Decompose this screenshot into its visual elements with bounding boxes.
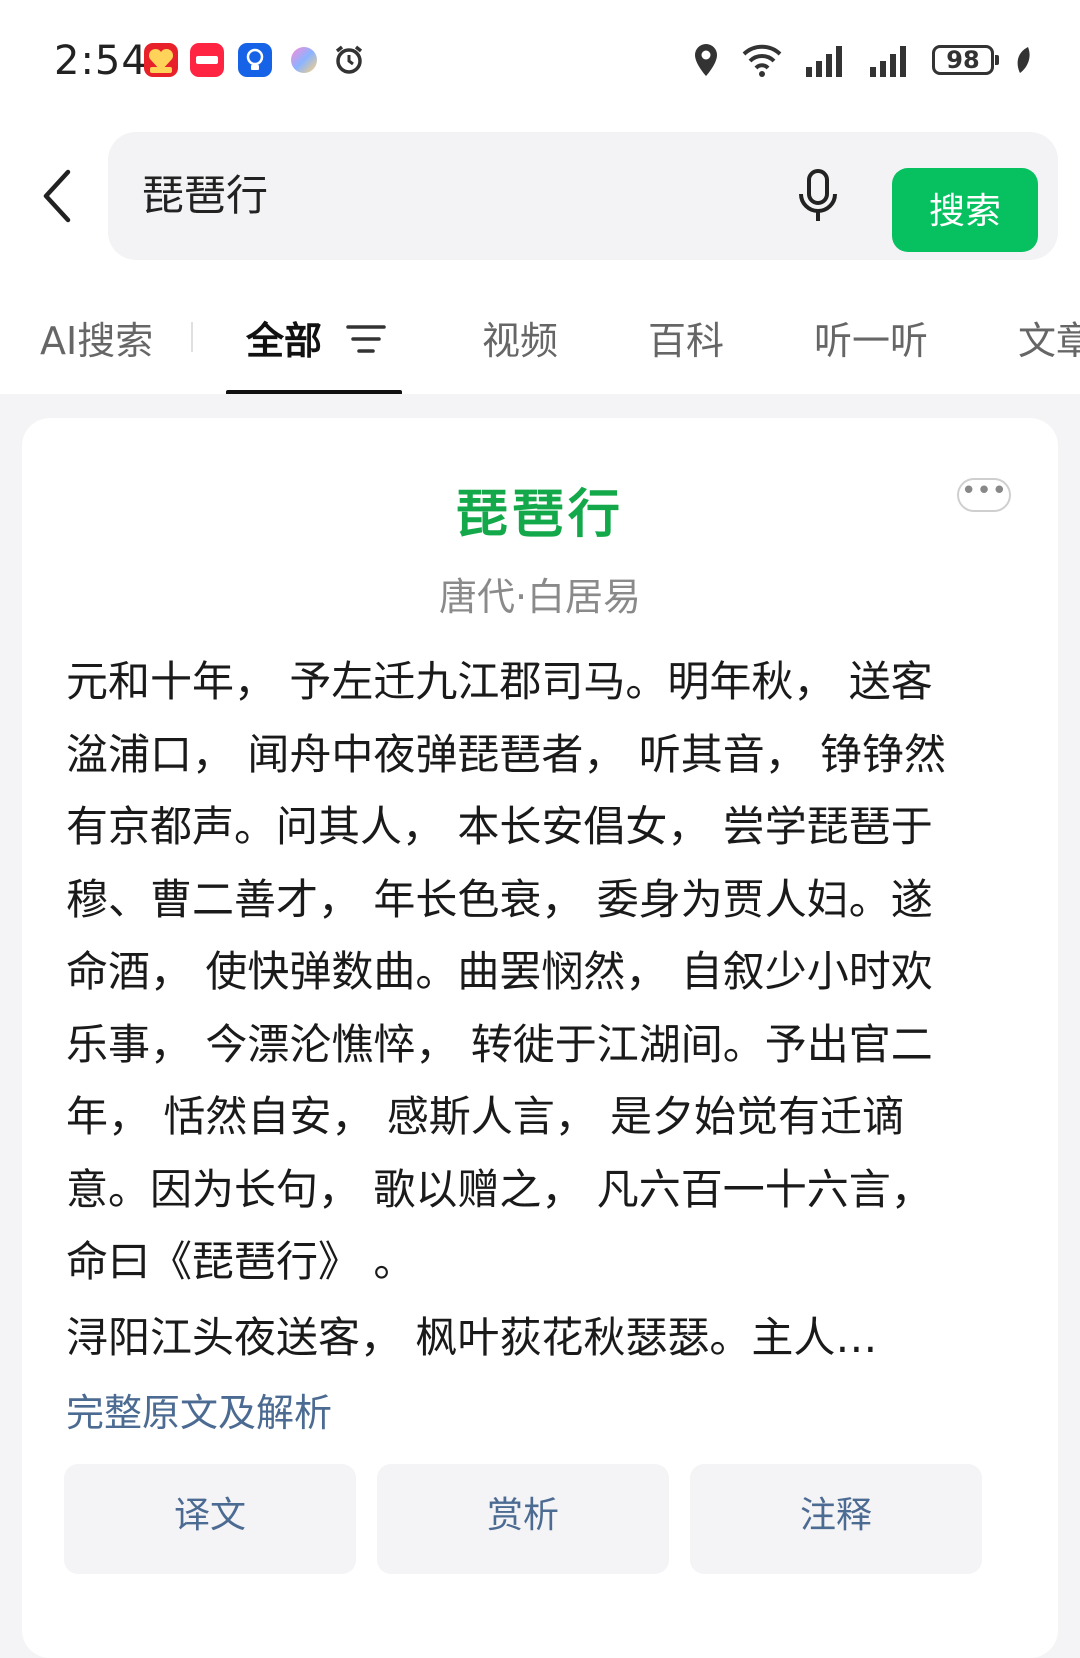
translation-button[interactable]: 译文 bbox=[64, 1464, 356, 1574]
search-input[interactable] bbox=[142, 162, 702, 222]
preface-line: 乐事， 今漂沦憔悴， 转徙于江湖间。予出官二 bbox=[66, 1019, 933, 1069]
active-tab-indicator bbox=[226, 390, 402, 394]
search-button[interactable]: 搜索 bbox=[892, 168, 1038, 252]
poem-author: 唐代·白居易 bbox=[438, 575, 642, 619]
poem-title[interactable]: 琵琶行 bbox=[22, 472, 1058, 547]
poem-first-line: 浔阳江头夜送客， 枫叶荻花秋瑟瑟。主人… bbox=[66, 1313, 878, 1362]
alarm-icon bbox=[332, 43, 366, 77]
tab-divider bbox=[191, 322, 193, 352]
preface-line: 湓浦口， 闻舟中夜弹琵琶者， 听其音， 铮铮然 bbox=[66, 729, 947, 779]
bulb-icon bbox=[238, 43, 272, 77]
wifi-icon bbox=[742, 44, 782, 77]
signal-icon bbox=[870, 46, 906, 77]
filter-icon[interactable] bbox=[346, 322, 386, 356]
poem-preface: 元和十年， 予左迁九江郡司马。明年秋， 送客 湓浦口， 闻舟中夜弹琵琶者， 听其… bbox=[66, 646, 1026, 1299]
tab-article[interactable]: 文章 bbox=[1018, 310, 1080, 365]
xiaohongshu-icon bbox=[190, 43, 224, 77]
battery-indicator: 98 bbox=[932, 45, 999, 75]
tab-listen[interactable]: 听一听 bbox=[814, 310, 928, 365]
preface-line: 元和十年， 予左迁九江郡司马。明年秋， 送客 bbox=[66, 657, 933, 706]
618-icon bbox=[144, 43, 178, 77]
preface-line: 年， 恬然自安， 感斯人言， 是夕始觉有迁谪 bbox=[66, 1092, 905, 1141]
orb-icon bbox=[287, 43, 321, 77]
more-options-button[interactable]: ••• bbox=[957, 478, 1011, 512]
back-button[interactable] bbox=[38, 166, 78, 226]
preface-line: 命曰《琵琶行》 。 bbox=[66, 1237, 416, 1286]
search-header: 搜索 bbox=[0, 118, 1080, 270]
signal-icon bbox=[806, 46, 842, 77]
preface-line: 有京都声。问其人， 本长安倡女， 尝学琵琶于 bbox=[66, 802, 933, 851]
status-bar: 2:54 98 bbox=[0, 0, 1080, 118]
full-text-link[interactable]: 完整原文及解析 bbox=[66, 1382, 332, 1437]
appreciation-button[interactable]: 赏析 bbox=[377, 1464, 669, 1574]
preface-line: 命酒， 使快弹数曲。曲罢悯然， 自叙少小时欢 bbox=[66, 947, 933, 996]
tab-ai-search[interactable]: AI搜索 bbox=[40, 310, 153, 365]
status-indicators: 98 bbox=[692, 40, 1032, 80]
more-dots-icon: ••• bbox=[960, 476, 1007, 506]
tab-baike[interactable]: 百科 bbox=[648, 310, 724, 365]
tab-video[interactable]: 视频 bbox=[482, 310, 558, 365]
location-icon bbox=[695, 44, 717, 76]
preface-line: 意。因为长句， 歌以赠之， 凡六百一十六言， bbox=[66, 1164, 933, 1214]
microphone-icon bbox=[799, 169, 837, 221]
chevron-left-icon bbox=[43, 169, 71, 223]
status-time: 2:54 bbox=[54, 38, 148, 84]
tab-all[interactable]: 全部 bbox=[246, 310, 322, 365]
annotation-button[interactable]: 注释 bbox=[690, 1464, 982, 1574]
preface-line: 穆、曹二善才， 年长色衰， 委身为贾人妇。遂 bbox=[66, 874, 933, 924]
poem-result-card: 琵琶行 ••• 唐代·白居易 元和十年， 予左迁九江郡司马。明年秋， 送客 湓浦… bbox=[22, 418, 1058, 1658]
tab-bar: AI搜索 全部 视频 百科 听一听 文章 bbox=[0, 270, 1080, 394]
leaf-icon bbox=[1017, 47, 1030, 73]
search-box[interactable]: 搜索 bbox=[108, 132, 1058, 260]
voice-search-button[interactable] bbox=[796, 168, 840, 224]
